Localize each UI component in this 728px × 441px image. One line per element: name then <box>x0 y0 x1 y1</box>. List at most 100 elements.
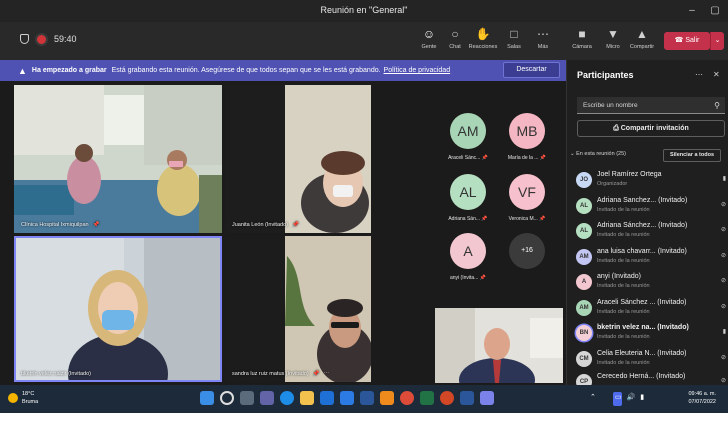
avatar: AL <box>576 223 592 239</box>
avatar: JO <box>576 172 592 188</box>
meeting-toolbar: 59:40 ☺ Gente ○ Chat ✋ Reacciones □ Sala… <box>0 22 728 60</box>
gallery-avatar[interactable]: MB María de la ... 📌 <box>500 113 554 161</box>
recording-icon <box>37 34 46 44</box>
calendar-icon[interactable] <box>340 391 354 405</box>
participant-row[interactable]: A anyi (Invitado) Invitado de la reunión… <box>576 272 728 296</box>
participant-name: Cerecedo Herná... (Invitado) <box>597 373 686 380</box>
avatar: AL <box>576 198 592 214</box>
avatar: A <box>450 233 486 269</box>
avatar: A <box>576 274 592 290</box>
participant-row[interactable]: AM ana luisa chavarr... (Invitado) Invit… <box>576 247 728 271</box>
pin-icon: 📌 <box>481 155 488 161</box>
participant-row[interactable]: AL Adriana Sánchez... (Invitado) Invitad… <box>576 221 728 245</box>
minimize-button[interactable]: – <box>683 3 701 19</box>
battery-icon[interactable]: ▮ <box>640 393 644 401</box>
video-tile[interactable]: Juanita León (Invitado) 📌 <box>225 85 371 233</box>
more-icon[interactable]: ⋯ <box>695 70 703 79</box>
search-icon[interactable] <box>220 391 234 405</box>
teams-icon[interactable] <box>480 391 494 405</box>
video-feed <box>225 85 371 233</box>
mic-off-icon: ⊘ <box>720 253 726 259</box>
weather-temp: 18°C <box>22 391 35 397</box>
participant-row[interactable]: AM Araceli Sánchez ... (Invitado) Invita… <box>576 298 728 322</box>
chevron-up-icon[interactable]: ⌃ <box>590 393 596 401</box>
teams-chat-icon[interactable] <box>260 391 274 405</box>
powerpoint-icon[interactable] <box>440 391 454 405</box>
participant-role: Invitado de la reunión <box>597 309 650 315</box>
gallery-avatar[interactable]: AL Adriana Sán... 📌 <box>441 174 495 222</box>
participant-role: Invitado de la reunión <box>597 334 650 340</box>
date: 07/07/2022 <box>688 399 716 405</box>
share-button[interactable]: ▲ Compartir <box>625 26 659 56</box>
leave-dropdown-button[interactable]: ⌄ <box>710 32 724 50</box>
video-tile[interactable]: bketrin velez naizir (Invitado) <box>14 236 222 382</box>
reactions-button[interactable]: ✋ Reacciones <box>466 26 500 56</box>
avatar: AL <box>450 174 486 210</box>
file-explorer-icon[interactable] <box>300 391 314 405</box>
mic-off-icon: ⊘ <box>720 202 726 208</box>
chrome-icon[interactable] <box>400 391 414 405</box>
video-tile[interactable]: Clínica Hospital Ixmiquilpan 📌 <box>14 85 222 233</box>
in-meeting-section[interactable]: ⌄ En esta reunión (25) <box>570 151 626 157</box>
video-tile[interactable]: sandra luz ruiz matus (Invitado) 📌 ⋯ <box>225 236 371 382</box>
participant-name: anyi (Invitado) <box>597 273 641 280</box>
pin-icon: 📌 <box>291 222 299 228</box>
weather-widget[interactable]: 18°C Bruma <box>8 390 38 406</box>
tile-name: sandra luz ruiz matus (Invitado) <box>232 371 309 377</box>
participant-role: Invitado de la reunión <box>597 360 650 366</box>
recording-banner: ▲ Ha empezado a grabar Está grabando est… <box>0 60 566 81</box>
video-feed <box>14 85 222 233</box>
participant-role: Organizador <box>597 181 628 187</box>
word-icon[interactable] <box>460 391 474 405</box>
meeting-timer: 59:40 <box>54 34 77 44</box>
participant-name: Araceli Sánchez ... (Invitado) <box>597 299 687 306</box>
clock[interactable]: 09:46 a. m. 07/07/2022 <box>676 390 716 406</box>
gallery-avatar[interactable]: A anyi (Invita... 📌 <box>441 233 495 281</box>
display-icon[interactable]: ▭ <box>615 393 622 401</box>
restore-button[interactable]: ▢ <box>706 3 724 19</box>
share-invite-button[interactable]: ⎙ Compartir invitación <box>577 120 725 137</box>
pin-icon: 📌 <box>481 216 488 222</box>
pin-icon: 📌 <box>479 275 486 281</box>
camera-button[interactable]: ■ Cámara <box>565 26 599 56</box>
participant-role: Invitado de la reunión <box>597 207 650 213</box>
mute-all-button[interactable]: Silenciar a todos <box>663 149 721 162</box>
tile-name: bketrin velez naizir (Invitado) <box>21 371 92 377</box>
reactions-icon: ✋ <box>475 27 491 41</box>
firefox-icon[interactable] <box>380 391 394 405</box>
excel-icon[interactable] <box>420 391 434 405</box>
video-stage: Clínica Hospital Ixmiquilpan 📌 Juanita Le… <box>0 81 566 385</box>
participant-row[interactable]: BN bketrin velez na... (Invitado) Invita… <box>576 323 728 347</box>
participant-row[interactable]: CM Celia Eleuteria N... (Invitado) Invit… <box>576 349 728 373</box>
share-icon: ▲ <box>636 27 648 41</box>
leave-button[interactable]: ☎ Salir <box>664 32 710 50</box>
store-icon[interactable] <box>320 391 334 405</box>
participant-row[interactable]: AL Adriana Sanchez... (Invitado) Invitad… <box>576 196 728 220</box>
gallery-avatar[interactable]: VF Veronica M... 📌 <box>500 174 554 222</box>
start-icon[interactable] <box>200 391 214 405</box>
pin-icon: 📌 <box>539 155 547 161</box>
close-icon[interactable]: ✕ <box>713 70 720 79</box>
mic-off-icon: ⊘ <box>720 355 726 361</box>
dismiss-button[interactable]: Descartar <box>503 62 560 78</box>
camera-icon: ■ <box>578 27 586 41</box>
search-input[interactable]: Escribe un nombre ⚲ <box>577 97 725 114</box>
task-view-icon[interactable] <box>240 391 254 405</box>
participant-name: bketrin velez na... (Invitado) <box>597 324 689 331</box>
shield-icon[interactable] <box>20 34 29 44</box>
gallery-avatar[interactable]: AM Araceli Sánc... 📌 <box>441 113 495 161</box>
avatar: CM <box>576 351 592 367</box>
outlook-icon[interactable] <box>360 391 374 405</box>
more-button[interactable]: ⋯ Más <box>526 26 560 56</box>
more-options-icon[interactable]: ⋯ <box>324 371 330 377</box>
privacy-link[interactable]: Política de privacidad <box>384 67 451 74</box>
mic-off-icon: ⊘ <box>720 304 726 310</box>
volume-icon[interactable]: 🔊 <box>627 393 636 401</box>
avatar: AM <box>576 300 592 316</box>
phone-icon: ☎ <box>674 37 686 44</box>
share-icon: ⎙ <box>613 125 621 132</box>
self-view-tile[interactable] <box>435 308 563 383</box>
participant-row[interactable]: JO Joel Ramírez Ortega Organizador ▮ <box>576 170 728 194</box>
more-participants[interactable]: +16 <box>500 233 554 269</box>
edge-icon[interactable] <box>280 391 294 405</box>
